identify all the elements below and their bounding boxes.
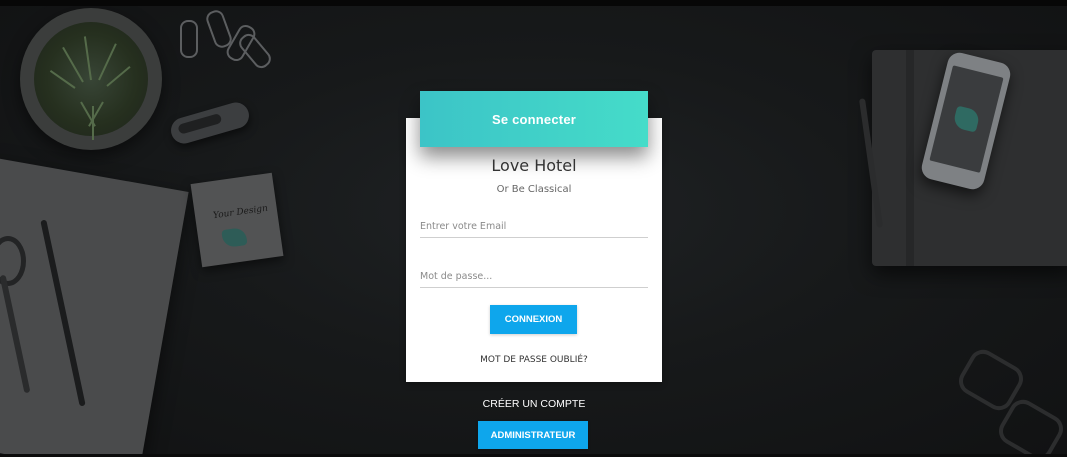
create-account-link[interactable]: CRÉER UN COMPTE [406, 398, 662, 410]
hotel-title: Love Hotel [491, 156, 577, 175]
stapler-icon [167, 99, 253, 147]
login-button[interactable]: CONNEXION [490, 305, 577, 334]
email-field[interactable] [420, 216, 648, 238]
logo-icon [221, 226, 248, 249]
forgot-password-link[interactable]: MOT DE PASSE OUBLIÉ? [406, 355, 662, 365]
password-field[interactable] [420, 266, 648, 288]
paperclip-icon [180, 20, 198, 58]
scissors-icon [0, 236, 36, 394]
plant-icon [20, 8, 162, 150]
logo-icon [952, 105, 981, 133]
glasses-icon [953, 344, 1067, 457]
sticky-note: Your Design [190, 172, 284, 268]
sticky-note-text: Your Design [212, 203, 269, 222]
admin-button[interactable]: ADMINISTRATEUR [478, 421, 588, 449]
login-card-header: Se connecter [420, 91, 648, 147]
notebook-icon [0, 156, 189, 457]
hotel-subtitle: Or Be Classical [496, 184, 572, 195]
login-page: Your Design Se connecter Love Hotel Or B… [0, 0, 1067, 457]
